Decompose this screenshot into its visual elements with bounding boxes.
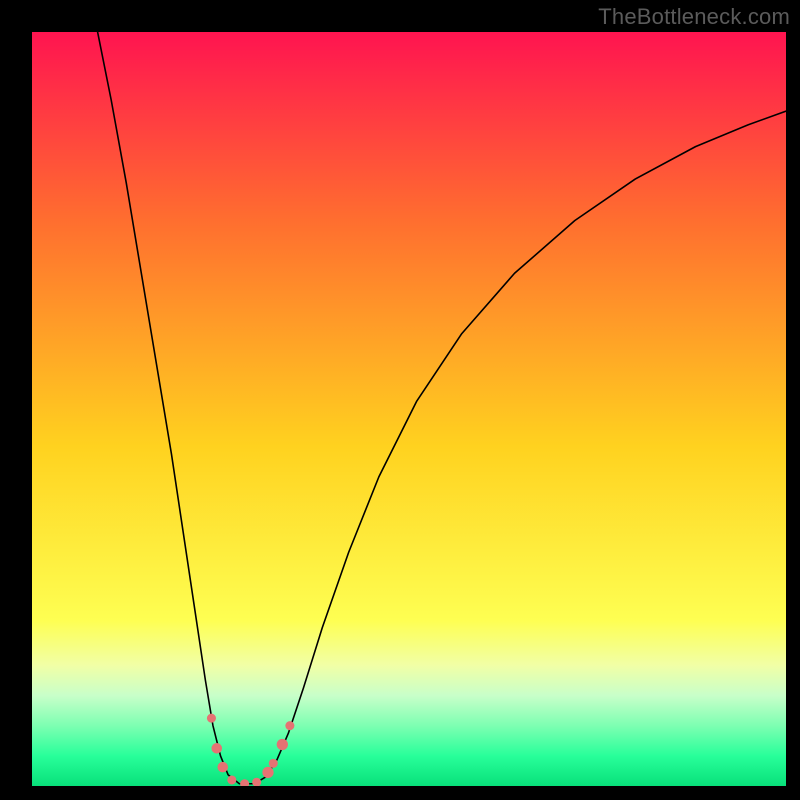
plot-area	[32, 32, 786, 786]
marker-point	[277, 739, 288, 750]
marker-point	[207, 714, 216, 723]
marker-point	[285, 721, 294, 730]
gradient-background	[32, 32, 786, 786]
marker-point	[269, 759, 278, 768]
chart-frame: TheBottleneck.com	[0, 0, 800, 800]
watermark-text: TheBottleneck.com	[598, 4, 790, 30]
marker-point	[217, 762, 228, 773]
marker-point	[262, 767, 273, 778]
marker-point	[211, 743, 222, 754]
marker-point	[227, 775, 236, 784]
plot-svg	[32, 32, 786, 786]
